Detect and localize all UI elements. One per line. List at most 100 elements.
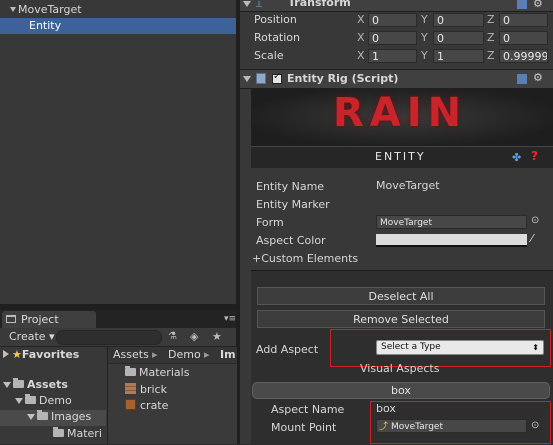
transform-header[interactable]: ⟂ Transform ⚙: [240, 0, 553, 12]
folder-label: Assets: [27, 378, 68, 391]
project-folder-tree: ★Favorites Assets Demo Images Materi: [0, 347, 106, 444]
asset-brick[interactable]: brick: [125, 382, 167, 396]
mount-point-value: MoveTarget: [391, 422, 443, 432]
asset-label: Materials: [139, 366, 190, 379]
scale-z-field[interactable]: 0.99999: [499, 49, 548, 63]
transform-icon: ⟂: [256, 0, 263, 10]
hierarchy-item-movetarget[interactable]: MoveTarget: [0, 2, 246, 18]
asset-materials[interactable]: Materials: [125, 366, 189, 379]
gear-icon[interactable]: ⚙: [533, 0, 543, 10]
folder-images[interactable]: Images: [0, 410, 106, 426]
aspect-foldout-box[interactable]: box: [252, 382, 550, 399]
custom-elements-label: Custom Elements: [261, 252, 359, 265]
transform-row-label: Position: [254, 13, 297, 26]
breadcrumb: Assets ▸ Demo ▸ Im: [108, 347, 237, 364]
expand-triangle-icon[interactable]: [15, 398, 23, 404]
expand-triangle-icon[interactable]: [243, 76, 251, 82]
folder-icon: [37, 410, 48, 420]
axis-z-label: Z: [487, 31, 495, 44]
add-aspect-selected: Select a Type: [381, 342, 441, 352]
dropdown-arrow-icon: ⬍: [532, 343, 539, 352]
section-title: ENTITY: [375, 150, 426, 163]
add-aspect-dropdown[interactable]: Select a Type ⬍: [376, 340, 544, 355]
star-filter-icon[interactable]: ★: [212, 330, 222, 343]
transform-row-label: Rotation: [254, 31, 301, 44]
asset-label: crate: [140, 399, 169, 412]
tab-menu-icon[interactable]: ▾≡: [224, 314, 236, 324]
object-picker-icon[interactable]: ⊙: [531, 420, 539, 431]
entity-rig-header[interactable]: ✓ Entity Rig (Script) ⚙: [240, 69, 553, 89]
gear-icon[interactable]: ⚙: [533, 71, 543, 84]
entity-section-bar: ENTITY ✤ ?: [251, 146, 553, 168]
axis-y-label: Y: [421, 49, 428, 62]
filter-type-icon[interactable]: ⚗: [168, 331, 177, 342]
axis-x-label: X: [357, 49, 365, 62]
visual-aspects-label: Visual Aspects: [360, 362, 440, 375]
expand-triangle-icon[interactable]: [243, 1, 251, 7]
object-picker-icon[interactable]: ⊙: [531, 215, 539, 226]
form-label: Form: [256, 216, 284, 229]
expand-triangle-icon[interactable]: [10, 7, 16, 12]
component-title: Entity Rig (Script): [287, 72, 399, 85]
help-icon[interactable]: [517, 0, 527, 9]
star-icon: ★: [12, 348, 22, 361]
create-label: Create: [9, 330, 46, 343]
filter-label-icon[interactable]: ◈: [190, 330, 198, 343]
rotation-x-field[interactable]: 0: [368, 31, 417, 45]
color-palette-icon[interactable]: ✤: [512, 151, 521, 164]
mount-point-label: Mount Point: [271, 421, 337, 434]
help-icon[interactable]: [517, 74, 527, 84]
folder-icon: [125, 366, 136, 376]
deselect-all-button[interactable]: Deselect All: [257, 287, 545, 305]
check-icon: ✓: [273, 71, 282, 82]
asset-label: brick: [140, 383, 167, 396]
tab-project-label: Project: [21, 313, 59, 326]
hierarchy-item-entity[interactable]: Entity: [0, 18, 236, 34]
project-panel: Project ▾≡ Create ▾ ⚗ ◈ ★ ★Favorites Ass…: [0, 310, 237, 444]
hierarchy-item-label: MoveTarget: [18, 3, 82, 16]
expand-triangle-icon[interactable]: [27, 414, 35, 420]
form-object-field[interactable]: MoveTarget: [376, 215, 527, 229]
question-icon[interactable]: ?: [531, 149, 538, 163]
transform-object-icon: ⤴: [379, 422, 389, 432]
tab-project[interactable]: Project: [2, 311, 96, 328]
hierarchy-item-label: Entity: [29, 19, 62, 32]
expand-triangle-icon[interactable]: [3, 382, 11, 388]
folder-icon: [25, 394, 36, 404]
breadcrumb-assets[interactable]: Assets: [113, 348, 149, 361]
breadcrumb-images[interactable]: Im: [220, 348, 236, 361]
axis-z-label: Z: [487, 49, 495, 62]
position-y-field[interactable]: 0: [433, 13, 484, 27]
search-field[interactable]: [56, 330, 162, 345]
folder-label: Demo: [39, 394, 72, 407]
position-x-field[interactable]: 0: [368, 13, 417, 27]
mount-point-object-field[interactable]: ⤴ MoveTarget: [376, 419, 527, 433]
entity-name-value[interactable]: MoveTarget: [376, 179, 440, 192]
aspect-color-swatch[interactable]: [376, 234, 527, 247]
scale-x-field[interactable]: 1: [368, 49, 417, 63]
custom-elements-foldout[interactable]: +Custom Elements: [252, 252, 358, 265]
folder-demo[interactable]: Demo: [15, 394, 72, 407]
hierarchy-panel: MoveTarget Entity: [0, 0, 236, 304]
rotation-y-field[interactable]: 0: [433, 31, 484, 45]
create-dropdown[interactable]: Create ▾: [9, 330, 55, 343]
remove-selected-button[interactable]: Remove Selected: [257, 310, 545, 328]
rotation-z-field[interactable]: 0: [499, 31, 548, 45]
position-z-field[interactable]: 0: [499, 13, 548, 27]
breadcrumb-demo[interactable]: Demo: [168, 348, 201, 361]
asset-crate[interactable]: crate: [125, 398, 168, 412]
transform-title: Transform: [288, 0, 351, 9]
inspector-panel: ⟂ Transform ⚙ Position X0 Y0 Z0 Rotation…: [240, 0, 553, 445]
favorites-item[interactable]: ★Favorites: [3, 348, 79, 361]
project-asset-list: Assets ▸ Demo ▸ Im Materials brick crate: [107, 347, 237, 444]
axis-y-label: Y: [421, 31, 428, 44]
scale-y-field[interactable]: 1: [433, 49, 484, 63]
collapse-triangle-icon[interactable]: [3, 350, 9, 358]
axis-z-label: Z: [487, 13, 495, 26]
eyedropper-icon[interactable]: ⁄: [531, 232, 533, 245]
folder-materials[interactable]: Materi: [53, 427, 102, 440]
breadcrumb-separator-icon: ▸: [152, 348, 158, 361]
folder-assets[interactable]: Assets: [3, 378, 68, 391]
enabled-checkbox[interactable]: ✓: [272, 71, 282, 84]
folder-icon: [13, 378, 24, 388]
